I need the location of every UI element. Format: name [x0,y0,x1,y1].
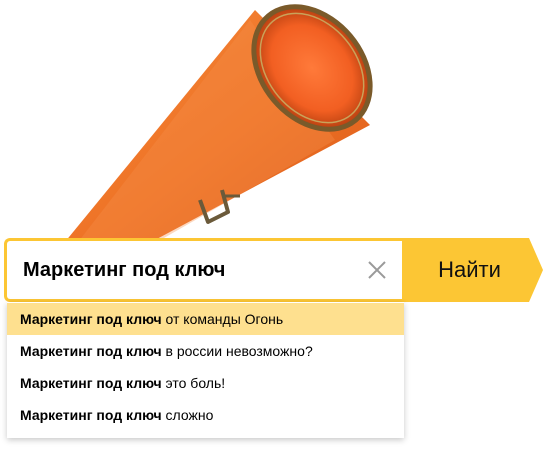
search-input[interactable] [23,241,353,299]
suggestion-item[interactable]: Маркетинг под ключ от команды Огонь [7,303,404,335]
find-button-label: Найти [438,257,501,282]
find-button[interactable]: Найти [402,238,545,302]
suggestion-rest: это боль! [161,375,226,391]
clear-button[interactable] [363,256,391,284]
suggestion-bold: Маркетинг под ключ [20,343,162,359]
suggestions-dropdown: Маркетинг под ключ от команды Огонь Марк… [7,302,404,438]
search-banner: Найти Маркетинг под ключ от команды Огон… [0,0,549,451]
suggestion-rest: в россии невозможно? [161,343,313,359]
suggestion-bold: Маркетинг под ключ [20,407,162,423]
suggestion-item[interactable]: Маркетинг под ключ это боль! [7,367,404,399]
suggestion-item[interactable]: Маркетинг под ключ в россии невозможно? [7,335,404,367]
suggestion-rest: от команды Огонь [161,311,284,327]
suggestion-item[interactable]: Маркетинг под ключ сложно [7,399,404,431]
suggestion-rest: сложно [161,407,214,423]
search-field [4,238,402,302]
suggestion-bold: Маркетинг под ключ [20,311,162,327]
suggestion-bold: Маркетинг под ключ [20,375,162,391]
close-icon [368,261,386,279]
search-bar: Найти [4,238,545,302]
